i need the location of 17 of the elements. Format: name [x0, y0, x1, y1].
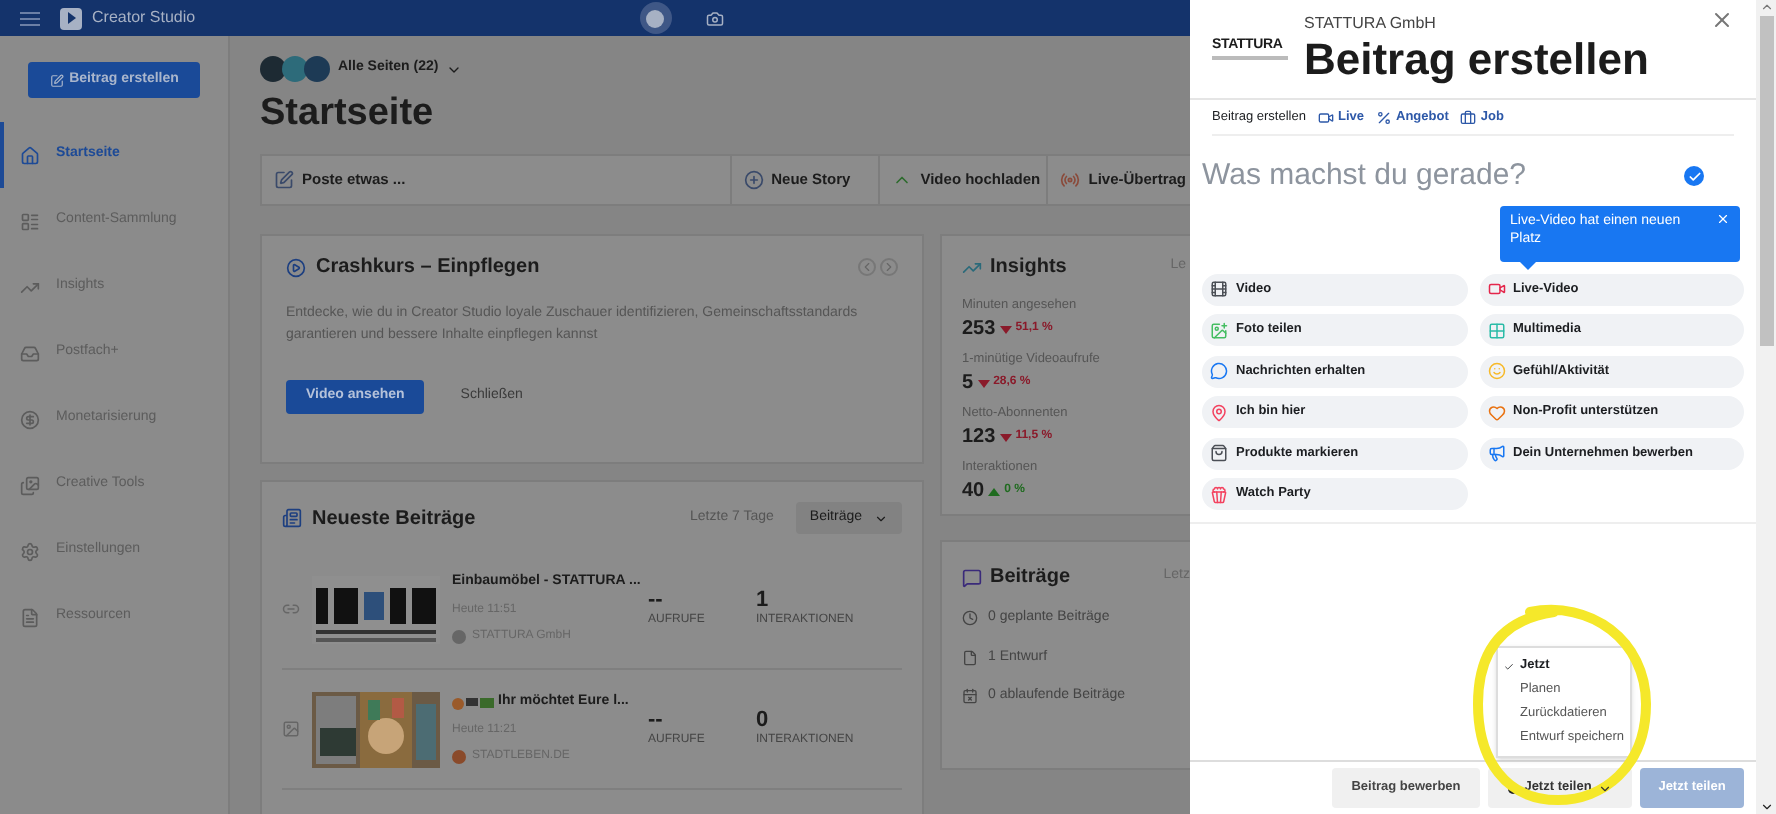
card-title: Crashkurs – Einpflegen [316, 254, 540, 282]
views-value: -- [648, 708, 665, 732]
page-name: STATTURA GmbH [1304, 14, 1438, 34]
card-title: Insights [990, 254, 1067, 282]
metric-value: 123 [962, 424, 996, 450]
app-title: Creator Studio [92, 6, 196, 30]
metric-value: 253 [962, 316, 996, 342]
views-value: -- [648, 588, 665, 612]
interactions-value: 0 [756, 708, 771, 732]
card-title: Neueste Beiträge [312, 505, 476, 533]
metric-value: 5 [962, 370, 974, 396]
card-title: Beiträge [990, 564, 1071, 592]
interactions-value: 1 [756, 588, 771, 612]
page-title: Startseite [260, 92, 436, 136]
post-text-field[interactable]: Was machst du gerade? [1202, 154, 1684, 199]
metric-value: 40 [962, 478, 985, 504]
panel-title: Beitrag erstellen [1304, 34, 1649, 84]
